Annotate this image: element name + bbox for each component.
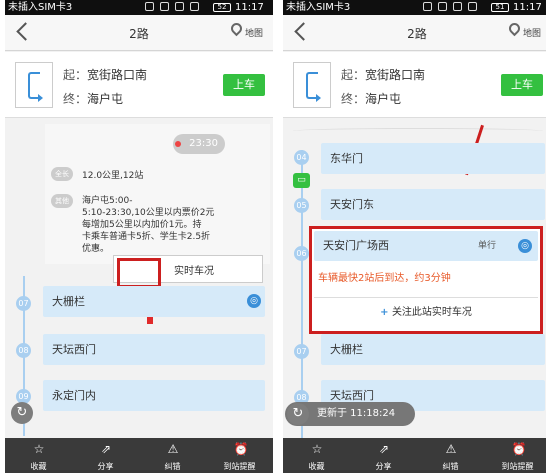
map-link[interactable]: 地图: [245, 26, 263, 39]
route-to: 终：海户屯: [341, 92, 402, 106]
wifi-icon: [453, 2, 462, 11]
signal-icon: [190, 2, 199, 11]
share-icon: ⇗: [378, 442, 390, 456]
stop-number: 08: [16, 343, 31, 358]
route-to: 终：海户屯: [63, 92, 124, 106]
warning-icon: ⚠: [167, 442, 179, 456]
battery-icon: 51: [491, 3, 509, 12]
follow-realtime-button[interactable]: + 关注此站实时车况: [314, 297, 538, 327]
stop-number: 04: [294, 150, 309, 165]
stop-item[interactable]: 天安门东: [321, 189, 545, 220]
nav-bar: 2路 地图: [283, 15, 546, 51]
stop-number: 05: [294, 198, 309, 213]
nav-bar: 2路 地图: [5, 15, 273, 51]
report-error-button[interactable]: ⚠ 纠错: [139, 438, 206, 473]
stop-number: 06: [294, 246, 309, 261]
board-button[interactable]: 上车: [223, 74, 265, 96]
image-icon: [160, 2, 169, 11]
red-dot-icon: [175, 141, 181, 147]
bottom-toolbar: ☆ 收藏 ⇗ 分享 ⚠ 纠错 ⏰ 到站提醒: [283, 438, 546, 473]
share-button[interactable]: ⇗ 分享: [350, 438, 417, 473]
route-from: 起：宽街路口南: [63, 68, 148, 82]
line-info-panel: 23:30 全长 12.0公里,12站 其他 海户屯5:00- 5:10-23:3…: [45, 124, 270, 264]
left-screenshot: 未插入SIM卡3 52 11:17 2路 地图 起：宽街路口南 终：海户屯 上车…: [5, 0, 273, 473]
selected-stop-panel: 天安门广场西 单行 ◎ 车辆最快2站后到达，约3分钟 + 关注此站实时车况: [309, 226, 543, 334]
route-summary: 起：宽街路口南 终：海户屯 上车: [5, 52, 273, 118]
report-error-button[interactable]: ⚠ 纠错: [417, 438, 484, 473]
star-icon: ☆: [33, 442, 45, 456]
clock: 11:17: [513, 2, 542, 13]
stop-number: 07: [16, 296, 31, 311]
curl-divider: [293, 128, 543, 134]
page-title: 2路: [407, 27, 427, 41]
stop-item[interactable]: 永定门内: [43, 380, 265, 411]
plus-icon: +: [380, 307, 392, 318]
map-link[interactable]: 地图: [523, 26, 541, 39]
length-value: 12.0公里,12站: [82, 171, 144, 181]
signal-icon: ◎: [518, 239, 532, 253]
right-screenshot: 未插入SIM卡3 51 11:17 2路 地图 起：宽街路口南 终：海户屯 上车…: [283, 0, 546, 473]
battery-icon: 52: [213, 3, 231, 12]
route-summary: 起：宽街路口南 终：海户屯 上车: [283, 52, 546, 118]
board-button[interactable]: 上车: [501, 74, 543, 96]
refresh-icon[interactable]: ↻: [287, 403, 309, 425]
realtime-label[interactable]: 实时车况: [174, 262, 214, 277]
signal-icon: [468, 2, 477, 11]
one-way-tag: 单行: [478, 241, 497, 251]
arrival-alert-button[interactable]: ⏰ 到站提醒: [484, 438, 546, 473]
route-icon: [15, 62, 53, 108]
wifi-icon: [175, 2, 184, 11]
fare-details: 海户屯5:00- 5:10-23:30,10公里以内票价2元 每增加5公里以内加价1…: [82, 196, 215, 254]
stop-number: 07: [294, 344, 309, 359]
image-icon: [438, 2, 447, 11]
status-bar: 未插入SIM卡3 51 11:17: [283, 0, 546, 15]
stop-item[interactable]: 东华门: [321, 143, 545, 174]
refresh-icon[interactable]: ↻: [11, 402, 33, 424]
share-icon: ⇗: [100, 442, 112, 456]
stop-item[interactable]: 大栅栏 ◎: [43, 286, 265, 317]
arrival-alert-button[interactable]: ⏰ 到站提醒: [206, 438, 273, 473]
route-from: 起：宽街路口南: [341, 68, 426, 82]
alarm-icon: ⏰: [233, 442, 249, 456]
signal-icon: ◎: [247, 294, 261, 308]
bus-icon: ▭: [293, 173, 310, 188]
warning-icon: ⚠: [445, 442, 457, 456]
other-tag: 其他: [51, 194, 73, 208]
route-icon: [293, 62, 331, 108]
stop-item[interactable]: 天坛西门: [43, 334, 265, 365]
clock: 11:17: [235, 2, 264, 13]
share-button[interactable]: ⇗ 分享: [72, 438, 139, 473]
headset-icon: [145, 2, 154, 11]
stop-item-selected[interactable]: 天安门广场西 单行 ◎: [314, 231, 538, 261]
alarm-icon: ⏰: [511, 442, 527, 456]
arrival-estimate: 车辆最快2站后到达，约3分钟: [318, 273, 451, 284]
carrier-text: 未插入SIM卡3: [286, 2, 351, 13]
status-bar: 未插入SIM卡3 52 11:17: [5, 0, 273, 15]
highlight-box: [117, 258, 161, 288]
status-icons: [145, 2, 199, 11]
length-tag: 全长: [51, 167, 73, 181]
status-icons: [423, 2, 477, 11]
bottom-toolbar: ☆ 收藏 ⇗ 分享 ⚠ 纠错 ⏰ 到站提醒: [5, 438, 273, 473]
favorite-button[interactable]: ☆ 收藏: [5, 438, 72, 473]
carrier-text: 未插入SIM卡3: [8, 2, 73, 13]
stop-item[interactable]: 大栅栏: [321, 334, 545, 365]
headset-icon: [423, 2, 432, 11]
star-icon: ☆: [311, 442, 323, 456]
favorite-button[interactable]: ☆ 收藏: [283, 438, 350, 473]
